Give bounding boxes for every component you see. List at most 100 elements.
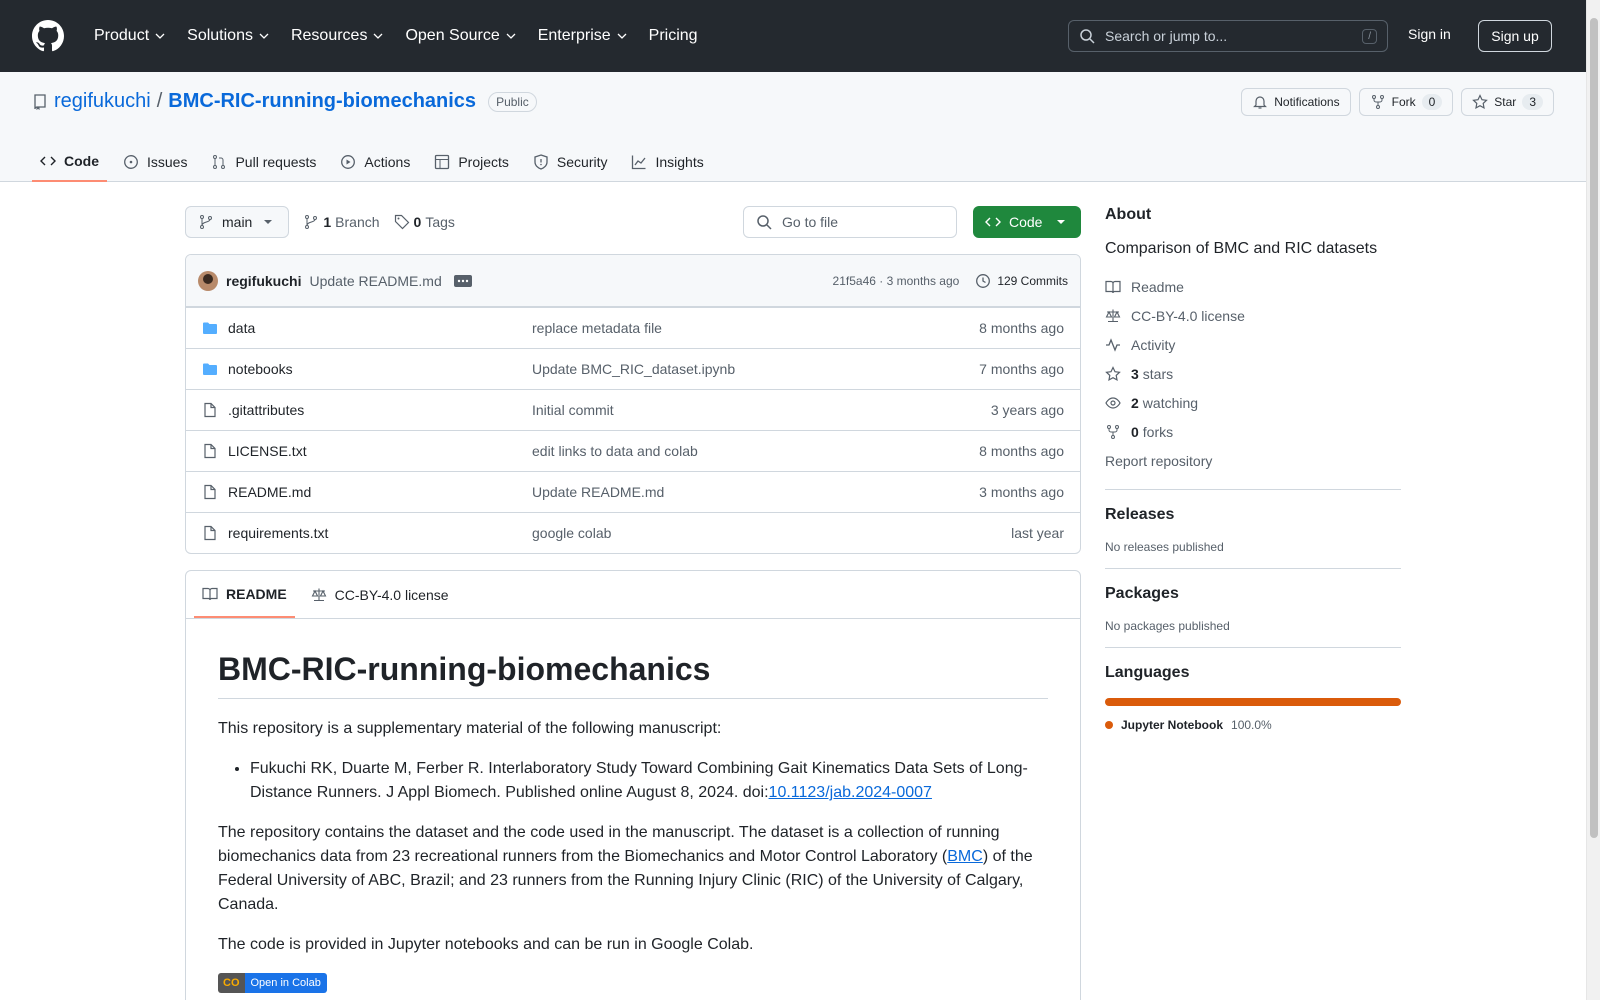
sign-up-button[interactable]: Sign up	[1478, 20, 1552, 52]
tab-code[interactable]: Code	[32, 142, 107, 182]
tab-license[interactable]: CC-BY-4.0 license	[303, 571, 457, 618]
file-row[interactable]: .gitattributes Initial commit 3 years ag…	[186, 389, 1080, 430]
search-shortcut-key: /	[1362, 28, 1377, 44]
file-commit-date: 8 months ago	[979, 320, 1064, 336]
search-input[interactable]: Search or jump to... /	[1068, 20, 1388, 52]
folder-icon	[203, 363, 217, 375]
report-repository-link[interactable]: Report repository	[1105, 446, 1401, 475]
go-to-file-input[interactable]: Go to file	[743, 206, 957, 238]
watching-count: 2	[1131, 394, 1139, 411]
repo-header: regifukuchi / BMC-RIC-running-biomechani…	[0, 72, 1586, 182]
repo-owner-link[interactable]: regifukuchi	[54, 90, 151, 113]
commit-author-link[interactable]: regifukuchi	[226, 273, 301, 289]
file-commit-message[interactable]: edit links to data and colab	[532, 443, 979, 459]
code-button[interactable]: Code	[973, 206, 1081, 238]
readme-link[interactable]: Readme	[1105, 272, 1401, 301]
file-row[interactable]: LICENSE.txt edit links to data and colab…	[186, 430, 1080, 471]
tag-icon	[394, 214, 409, 230]
ellipsis-icon[interactable]	[453, 274, 472, 287]
tab-label: Actions	[364, 154, 411, 170]
readme-label: Readme	[1131, 278, 1184, 295]
commits-history-link[interactable]: 129 Commits	[975, 273, 1068, 289]
file-row[interactable]: requirements.txt google colab last year	[186, 512, 1080, 553]
fork-label: Fork	[1391, 95, 1416, 109]
tab-label: Code	[64, 153, 99, 169]
file-commit-message[interactable]: Update BMC_RIC_dataset.ipynb	[532, 361, 979, 377]
bell-icon	[1253, 96, 1268, 109]
colab-badge-label: Open in Colab	[244, 973, 327, 993]
tab-readme[interactable]: README	[194, 571, 295, 618]
language-item[interactable]: Jupyter Notebook 100.0%	[1105, 718, 1401, 732]
commit-message-link[interactable]: Update README.md	[309, 273, 441, 289]
packages-heading[interactable]: Packages	[1105, 585, 1401, 603]
scrollbar-thumb[interactable]	[1590, 18, 1598, 838]
nav-pricing[interactable]: Pricing	[641, 21, 706, 51]
file-row[interactable]: data replace metadata file 8 months ago	[186, 307, 1080, 348]
latest-commit-bar: regifukuchi Update README.md 21f5a46 · 3…	[186, 255, 1080, 307]
license-link[interactable]: CC-BY-4.0 license	[1105, 301, 1401, 330]
readme-panel: README CC-BY-4.0 license BMC-RIC-running…	[185, 570, 1081, 1000]
folder-icon	[203, 322, 217, 334]
tab-projects[interactable]: Projects	[426, 142, 517, 182]
book-icon	[202, 587, 218, 600]
file-row[interactable]: README.md Update README.md 3 months ago	[186, 471, 1080, 512]
file-row[interactable]: notebooks Update BMC_RIC_dataset.ipynb 7…	[186, 348, 1080, 389]
github-logo-icon[interactable]	[32, 20, 64, 52]
nav-label: Open Source	[405, 27, 500, 44]
file-commit-message[interactable]: Update README.md	[532, 484, 979, 500]
fork-button[interactable]: Fork 0	[1358, 88, 1454, 116]
nav-label: Pricing	[648, 27, 698, 44]
top-nav: Product Solutions Resources Open Source …	[86, 21, 712, 51]
nav-solutions[interactable]: Solutions	[179, 21, 277, 51]
file-name-link[interactable]: README.md	[228, 484, 311, 500]
language-percent: 100.0%	[1231, 718, 1272, 732]
stars-link[interactable]: 3 stars	[1105, 359, 1401, 388]
file-name-link[interactable]: notebooks	[228, 361, 293, 377]
description-text: The repository contains the dataset and …	[218, 824, 1000, 865]
tab-issues[interactable]: Issues	[115, 142, 195, 182]
file-name-link[interactable]: LICENSE.txt	[228, 443, 307, 459]
about-description: Comparison of BMC and RIC datasets	[1105, 240, 1378, 257]
tab-label: Pull requests	[235, 154, 317, 170]
nav-label: Resources	[290, 27, 368, 44]
tab-actions[interactable]: Actions	[332, 142, 418, 182]
nav-open-source[interactable]: Open Source	[397, 21, 523, 51]
bmc-link[interactable]: BMC	[947, 848, 983, 865]
page-scrollbar[interactable]	[1586, 0, 1600, 1000]
citation-item: Fukuchi RK, Duarte M, Ferber R. Interlab…	[250, 757, 1048, 805]
branches-link[interactable]: 1 Branch	[303, 214, 380, 230]
file-browser: regifukuchi Update README.md 21f5a46 · 3…	[185, 254, 1081, 554]
nav-enterprise[interactable]: Enterprise	[530, 21, 635, 51]
sign-in-link[interactable]: Sign in	[1408, 26, 1451, 42]
tab-pull-requests[interactable]: Pull requests	[203, 142, 324, 182]
open-in-colab-badge[interactable]: CO Open in Colab	[218, 973, 327, 993]
file-commit-message[interactable]: google colab	[532, 525, 1011, 541]
repo-name-link[interactable]: BMC-RIC-running-biomechanics	[168, 90, 476, 113]
notifications-button[interactable]: Notifications	[1241, 88, 1351, 116]
file-name-link[interactable]: .gitattributes	[228, 402, 304, 418]
search-placeholder: Search or jump to...	[1105, 28, 1228, 44]
watchers-link[interactable]: 2 watching	[1105, 388, 1401, 417]
tab-security[interactable]: Security	[525, 142, 616, 182]
tags-link[interactable]: 0 Tags	[394, 214, 455, 230]
forks-link[interactable]: 0 forks	[1105, 417, 1401, 446]
doi-link[interactable]: 10.1123/jab.2024-0007	[769, 784, 932, 801]
nav-product[interactable]: Product	[86, 21, 173, 51]
nav-label: Enterprise	[537, 27, 611, 44]
activity-link[interactable]: Activity	[1105, 330, 1401, 359]
star-button[interactable]: Star 3	[1461, 88, 1554, 116]
branch-selector[interactable]: main	[185, 206, 290, 238]
file-name-link[interactable]: data	[228, 320, 255, 336]
commit-hash-time[interactable]: 21f5a46 · 3 months ago	[833, 274, 960, 288]
file-commit-message[interactable]: replace metadata file	[532, 320, 979, 336]
chevron-down-icon	[506, 33, 516, 39]
chevron-down-icon	[373, 33, 383, 39]
file-commit-message[interactable]: Initial commit	[532, 402, 991, 418]
activity-label: Activity	[1131, 336, 1176, 353]
file-name-link[interactable]: requirements.txt	[228, 525, 328, 541]
tab-insights[interactable]: Insights	[623, 142, 711, 182]
avatar[interactable]	[198, 270, 218, 291]
nav-resources[interactable]: Resources	[283, 21, 391, 51]
releases-heading[interactable]: Releases	[1105, 506, 1401, 524]
repo-sidebar: About Comparison of BMC and RIC datasets…	[1105, 206, 1401, 732]
